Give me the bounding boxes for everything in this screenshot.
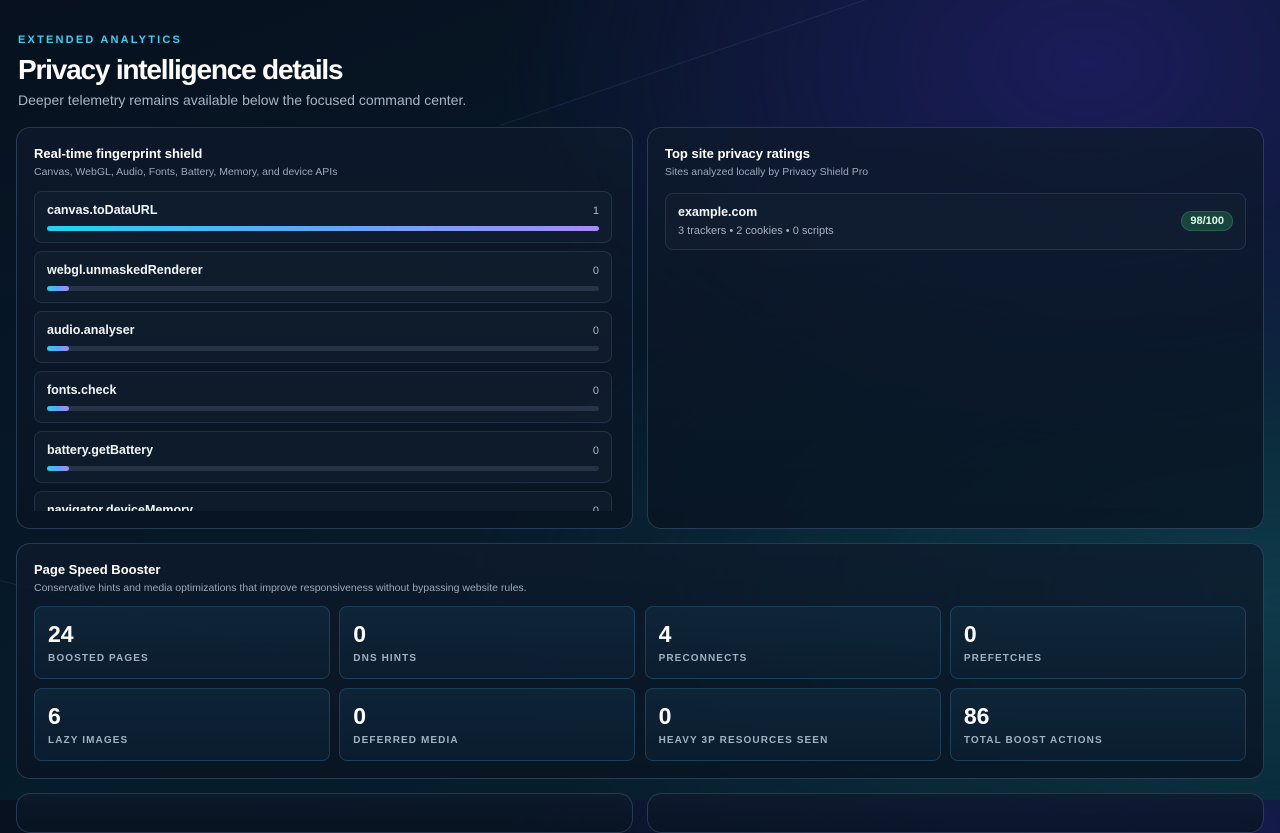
api-usage-track bbox=[47, 286, 599, 291]
stat-card: 0 DNS HINTS bbox=[339, 606, 636, 679]
api-usage-fill bbox=[47, 346, 70, 351]
api-row: navigator.deviceMemory 0 bbox=[34, 491, 612, 511]
api-count: 0 bbox=[592, 385, 599, 397]
api-usage-fill bbox=[47, 226, 599, 231]
stat-label: HEAVY 3P RESOURCES SEEN bbox=[658, 735, 829, 746]
page-title: Privacy intelligence details bbox=[18, 54, 344, 85]
api-usage-fill bbox=[47, 286, 70, 291]
stat-card: 86 TOTAL BOOST ACTIONS bbox=[949, 688, 1246, 761]
api-name: canvas.toDataURL bbox=[47, 203, 158, 217]
page-subtitle: Deeper telemetry remains available below… bbox=[18, 92, 467, 108]
stat-value: 86 bbox=[963, 703, 990, 729]
site-meta: 3 trackers • 2 cookies • 0 scripts bbox=[678, 225, 834, 237]
stat-value: 24 bbox=[48, 621, 74, 647]
api-name: navigator.deviceMemory bbox=[47, 503, 193, 511]
stat-label: DNS HINTS bbox=[353, 653, 418, 664]
api-usage-track bbox=[47, 466, 599, 471]
api-count: 0 bbox=[592, 265, 599, 277]
stat-card: 24 BOOSTED PAGES bbox=[34, 606, 330, 679]
stat-label: PREFETCHES bbox=[963, 653, 1043, 664]
api-row: webgl.unmaskedRenderer 0 bbox=[34, 251, 612, 303]
api-row: fonts.check 0 bbox=[34, 371, 612, 423]
api-count: 0 bbox=[592, 445, 599, 457]
stat-card: 6 LAZY IMAGES bbox=[34, 688, 330, 761]
page-speed-booster-panel: Page Speed Booster Conservative hints an… bbox=[16, 543, 1264, 779]
api-name: webgl.unmaskedRenderer bbox=[47, 263, 203, 277]
api-count: 0 bbox=[592, 325, 599, 337]
api-row: canvas.toDataURL 1 bbox=[34, 191, 612, 243]
stat-label: LAZY IMAGES bbox=[48, 735, 129, 746]
site-ratings-panel: Top site privacy ratings Sites analyzed … bbox=[647, 127, 1264, 529]
api-row: battery.getBattery 0 bbox=[34, 431, 612, 483]
lower-panel-left bbox=[16, 793, 633, 833]
panel-subtitle: Canvas, WebGL, Audio, Fonts, Battery, Me… bbox=[34, 166, 338, 178]
background-streak bbox=[499, 0, 898, 126]
stat-value: 4 bbox=[658, 621, 672, 647]
stat-card: 4 PRECONNECTS bbox=[644, 606, 941, 679]
panel-title: Real-time fingerprint shield bbox=[34, 146, 203, 161]
stat-value: 0 bbox=[353, 621, 367, 647]
panel-subtitle: Conservative hints and media optimizatio… bbox=[34, 582, 527, 594]
api-name: fonts.check bbox=[47, 383, 117, 397]
stat-card: 0 PREFETCHES bbox=[949, 606, 1246, 679]
fingerprint-shield-panel: Real-time fingerprint shield Canvas, Web… bbox=[16, 127, 633, 529]
stat-card: 0 HEAVY 3P RESOURCES SEEN bbox=[644, 688, 941, 761]
site-domain: example.com bbox=[678, 205, 758, 219]
section-eyebrow: EXTENDED ANALYTICS bbox=[18, 34, 183, 46]
api-count: 0 bbox=[592, 505, 599, 511]
api-list[interactable]: canvas.toDataURL 1 webgl.unmaskedRenderer 0… bbox=[34, 191, 612, 511]
stat-card: 0 DEFERRED MEDIA bbox=[339, 688, 636, 761]
stat-label: PRECONNECTS bbox=[658, 653, 748, 664]
lower-panel-right bbox=[647, 793, 1264, 833]
api-usage-track bbox=[47, 226, 599, 231]
api-usage-fill bbox=[47, 406, 70, 411]
api-count: 1 bbox=[592, 205, 599, 217]
page-header: EXTENDED ANALYTICS Privacy intelligence … bbox=[18, 34, 466, 108]
api-usage-track bbox=[47, 346, 599, 351]
api-usage-fill bbox=[47, 466, 70, 471]
privacy-score-badge: 98/100 bbox=[1181, 211, 1233, 231]
stat-value: 0 bbox=[353, 703, 367, 729]
api-usage-track bbox=[47, 406, 599, 411]
stat-grid: 24 BOOSTED PAGES 0 DNS HINTS 4 PRECONNECTS 0 PR… bbox=[34, 606, 1246, 761]
stat-value: 0 bbox=[658, 703, 672, 729]
api-row: audio.analyser 0 bbox=[34, 311, 612, 363]
stat-value: 0 bbox=[963, 621, 977, 647]
stat-label: DEFERRED MEDIA bbox=[353, 735, 459, 746]
api-name: audio.analyser bbox=[47, 323, 135, 337]
stat-label: BOOSTED PAGES bbox=[48, 653, 149, 664]
panel-title: Top site privacy ratings bbox=[665, 146, 810, 161]
api-name: battery.getBattery bbox=[47, 443, 154, 457]
panel-title: Page Speed Booster bbox=[34, 562, 161, 577]
panel-subtitle: Sites analyzed locally by Privacy Shield… bbox=[665, 166, 869, 178]
site-rating-card[interactable]: example.com 3 trackers • 2 cookies • 0 s… bbox=[665, 193, 1246, 250]
stat-value: 6 bbox=[48, 703, 61, 729]
stat-label: TOTAL BOOST ACTIONS bbox=[963, 735, 1103, 746]
